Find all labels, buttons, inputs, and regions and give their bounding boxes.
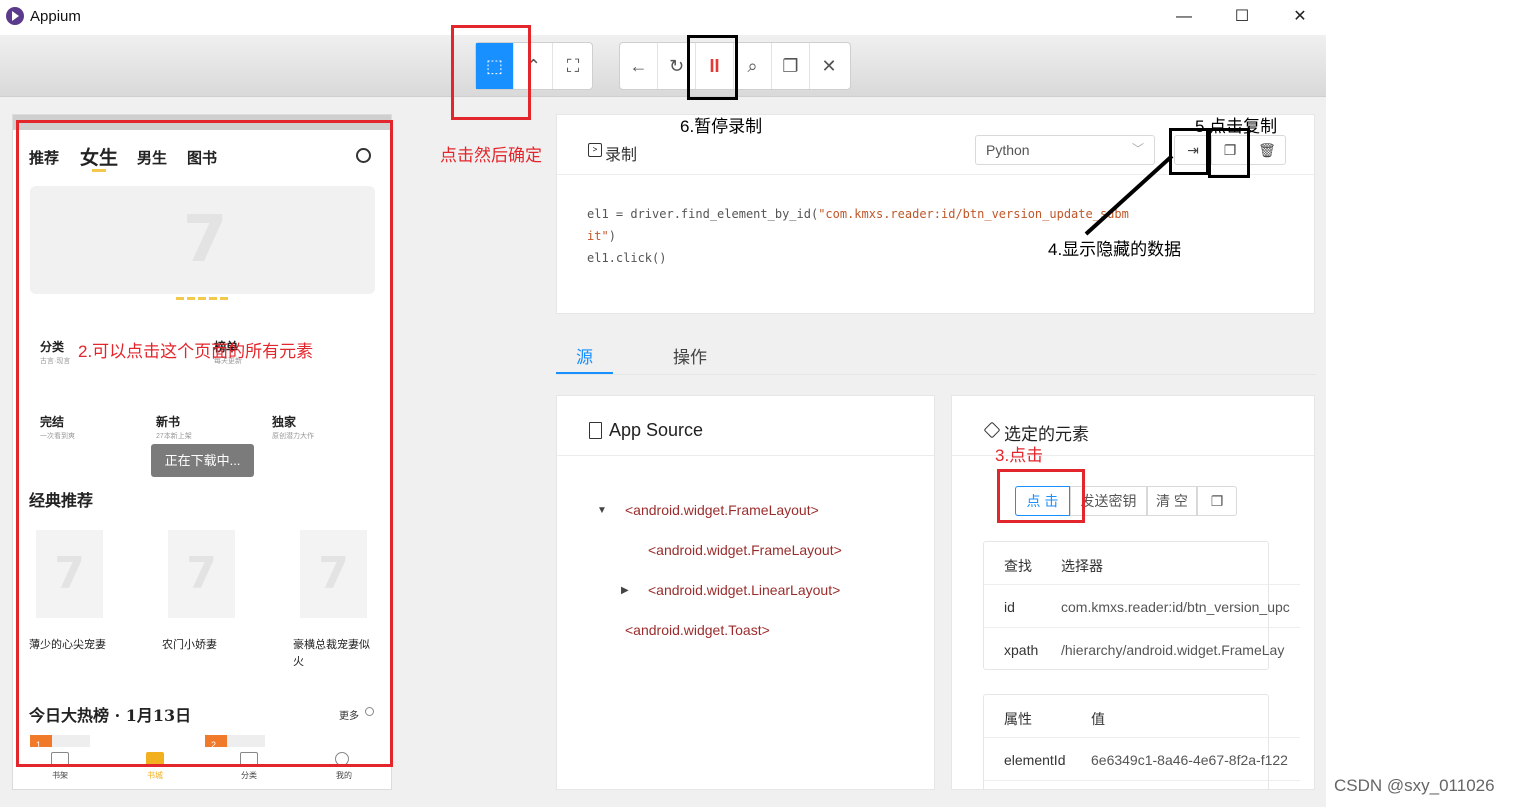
code-text: el1 = driver.find_element_by_id( (587, 207, 819, 221)
tab-source[interactable]: 源 (576, 343, 593, 368)
annotation-hidden: 4.显示隐藏的数据 (1048, 240, 1182, 259)
collapse-caret-icon[interactable]: ▶ (621, 585, 629, 596)
annotation-click-all: 2.可以点击这个页面的所有元素 (78, 342, 314, 361)
app-title: Appium (30, 8, 81, 25)
value-header: 值 (1091, 711, 1105, 727)
attribute-header: 属性 (1004, 711, 1032, 727)
find-strategy: xpath (1004, 642, 1039, 658)
code-text: ) (608, 229, 616, 243)
attributes-table: 属性 值 elementId 6e6349c1-8a46-4e67-8f2a-f… (983, 694, 1300, 789)
selector-header: 选择器 (1061, 558, 1103, 574)
refresh-icon: ↻ (668, 55, 685, 76)
code-string: it" (587, 229, 609, 243)
annotation-pause: 6.暂停录制 (680, 117, 763, 136)
language-value: Python (986, 142, 1030, 158)
tab-divider (556, 374, 1316, 375)
copy-icon: ❐ (782, 55, 799, 76)
annotation-box-copy (1208, 128, 1250, 178)
appium-logo-icon (6, 7, 24, 25)
clear-button[interactable]: 清 空 (1147, 486, 1197, 516)
tab-actions[interactable]: 操作 (673, 343, 707, 368)
file-icon (589, 422, 602, 439)
nav-mine[interactable]: 我的 (330, 770, 358, 781)
clear-recording-button[interactable]: 🗑 (1248, 135, 1286, 165)
quit-session-button[interactable]: ✕ (810, 43, 848, 89)
search-button[interactable]: ⌕ (734, 43, 772, 89)
find-by-table: 查找 选择器 id com.kmxs.reader:id/btn_version… (983, 541, 1300, 670)
row-divider (984, 627, 1300, 628)
selector-value[interactable]: com.kmxs.reader:id/btn_version_upc (1061, 599, 1301, 615)
annotation-box-tap (997, 469, 1085, 523)
app-source-header: App Source (557, 396, 934, 456)
minimize-button[interactable]: — (1161, 4, 1207, 30)
attribute-value[interactable]: 6e6349c1-8a46-4e67-8f2a-f122 (1091, 752, 1301, 768)
tag-icon (983, 421, 1001, 439)
trash-icon: 🗑 (1258, 141, 1276, 158)
attribute-name: elementId (1004, 752, 1066, 768)
tree-node[interactable]: <android.widget.Toast> (625, 622, 770, 638)
find-header: 查找 (1004, 558, 1032, 574)
tap-coordinates-button[interactable]: ⛶ (554, 43, 592, 89)
terminal-icon: > (588, 143, 602, 157)
app-source-title: App Source (609, 420, 704, 440)
close-icon: ✕ (821, 55, 837, 76)
close-window-button[interactable]: ✕ (1277, 4, 1323, 30)
tap-coordinates-icon: ⛶ (566, 55, 580, 76)
copy-xml-button[interactable]: ❐ (772, 43, 810, 89)
maximize-button[interactable]: ☐ (1219, 4, 1265, 30)
recorder-title: 录制 (605, 147, 638, 164)
annotation-tap: 3.点击 (995, 446, 1044, 465)
tree-node[interactable]: <android.widget.FrameLayout> (625, 502, 819, 518)
annotation-box-phone (16, 120, 393, 767)
tree-node[interactable]: <android.widget.FrameLayout> (648, 542, 842, 558)
app-source-panel: App Source ▼ <android.widget.FrameLayout… (556, 395, 935, 790)
row-divider (984, 584, 1300, 585)
tree-node[interactable]: <android.widget.LinearLayout> (648, 582, 840, 598)
search-icon: ⌕ (747, 55, 758, 76)
nav-category[interactable]: 分类 (235, 770, 263, 781)
annotation-box-pause (687, 35, 738, 100)
annotation-confirm: 点击然后确定 (440, 146, 542, 165)
annotation-arrow (1084, 154, 1174, 236)
title-bar: Appium — ☐ ✕ (0, 0, 1326, 35)
annotation-box-select (451, 25, 531, 120)
row-divider (984, 737, 1300, 738)
selector-value[interactable]: /hierarchy/android.widget.FrameLay (1061, 642, 1301, 658)
find-strategy: id (1004, 599, 1015, 615)
code-text: el1.click() (587, 251, 667, 265)
back-arrow-icon: ← (629, 55, 648, 76)
row-divider (984, 780, 1300, 781)
copy-attributes-button[interactable]: ❐ (1197, 486, 1237, 516)
watermark: CSDN @sxy_011026 (1334, 776, 1495, 795)
tab-active-indicator (556, 372, 613, 374)
nav-bookshelf[interactable]: 书架 (46, 770, 74, 781)
expand-caret-icon[interactable]: ▼ (597, 505, 607, 516)
nav-bookstore[interactable]: 书城 (141, 770, 169, 781)
back-button[interactable]: ← (620, 43, 658, 89)
